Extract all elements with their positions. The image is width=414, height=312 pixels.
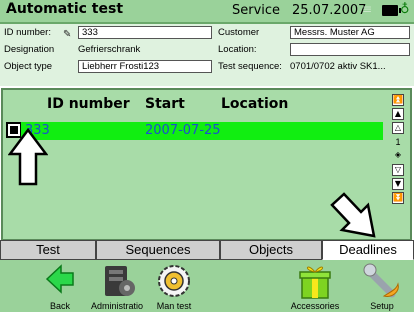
designation-value: Gefrierschrank: [78, 44, 141, 55]
id-number-field[interactable]: 333: [78, 26, 212, 39]
plug-icon: ♁: [400, 2, 410, 17]
app-title: Automatic test: [6, 1, 124, 17]
id-number-label: ID number:: [4, 27, 51, 38]
accessories-gift-icon: [299, 266, 331, 299]
location-field[interactable]: [290, 43, 410, 56]
scroll-page-up-button[interactable]: ▲: [392, 108, 404, 120]
tab-deadlines[interactable]: Deadlines: [322, 240, 414, 260]
back-button-label: Back: [49, 301, 70, 311]
administration-button[interactable]: Administratio: [86, 260, 148, 312]
table-row[interactable]: 333 2007-07-25: [21, 122, 383, 140]
title-bar: Automatic test Service 25.07.2007 ≡ ♁: [0, 0, 414, 24]
battery-icon: [382, 5, 401, 16]
scroll-last-page-button[interactable]: ⏬: [392, 192, 404, 204]
app-window: Automatic test Service 25.07.2007 ≡ ♁ ID…: [0, 0, 414, 312]
accessories-button-label: Accessories: [290, 301, 340, 311]
scroll-line-up-button[interactable]: △: [392, 122, 404, 134]
scroll-first-page-button[interactable]: ⏫: [392, 94, 404, 106]
page-navigator-icon[interactable]: ◈: [392, 150, 404, 162]
man-test-button-label: Man test: [156, 301, 192, 311]
object-type-field[interactable]: Liebherr Frosti123: [78, 60, 212, 73]
pencil-icon[interactable]: ✎: [63, 29, 71, 40]
accessories-button[interactable]: Accessories: [282, 260, 348, 312]
column-header-start[interactable]: Start: [145, 96, 185, 112]
setup-button[interactable]: Setup: [356, 260, 408, 312]
customer-field[interactable]: Messrs. Muster AG: [290, 26, 410, 39]
man-test-button[interactable]: Man test: [148, 260, 200, 312]
setup-wrench-icon: [363, 263, 399, 298]
customer-label: Customer: [218, 27, 260, 38]
back-button[interactable]: Back: [36, 260, 84, 312]
down-arrow-pointer-icon: [330, 192, 376, 238]
tab-sequences[interactable]: Sequences: [96, 240, 220, 260]
location-label: Location:: [218, 44, 257, 55]
test-sequence-label: Test sequence:: [218, 61, 282, 72]
administration-icon: [105, 266, 135, 296]
test-sequence-value: 0701/0702 aktiv SK1...: [290, 61, 386, 72]
man-test-gear-icon: [158, 265, 190, 297]
designation-label: Designation: [4, 44, 55, 55]
mode-indicator: Service: [232, 3, 281, 18]
object-type-label: Object type: [4, 61, 53, 72]
scroll-line-down-button[interactable]: ▽: [392, 164, 404, 176]
column-header-location[interactable]: Location: [221, 96, 288, 112]
tab-objects[interactable]: Objects: [220, 240, 322, 260]
row-start-cell: 2007-07-25: [145, 123, 221, 138]
up-arrow-pointer-icon: [8, 128, 48, 186]
status-hint-icon: ≡: [362, 2, 373, 16]
setup-button-label: Setup: [370, 301, 394, 311]
date-display: 25.07.2007: [292, 3, 367, 18]
page-number: 1: [395, 137, 401, 147]
administration-button-label: Administratio: [90, 301, 144, 311]
tab-test[interactable]: Test: [0, 240, 96, 260]
scroll-page-down-button[interactable]: ▼: [392, 178, 404, 190]
column-header-id[interactable]: ID number: [47, 96, 130, 112]
bottom-toolbar: Back Administratio Man test Accessories …: [0, 260, 414, 312]
back-arrow-icon: [45, 264, 74, 294]
